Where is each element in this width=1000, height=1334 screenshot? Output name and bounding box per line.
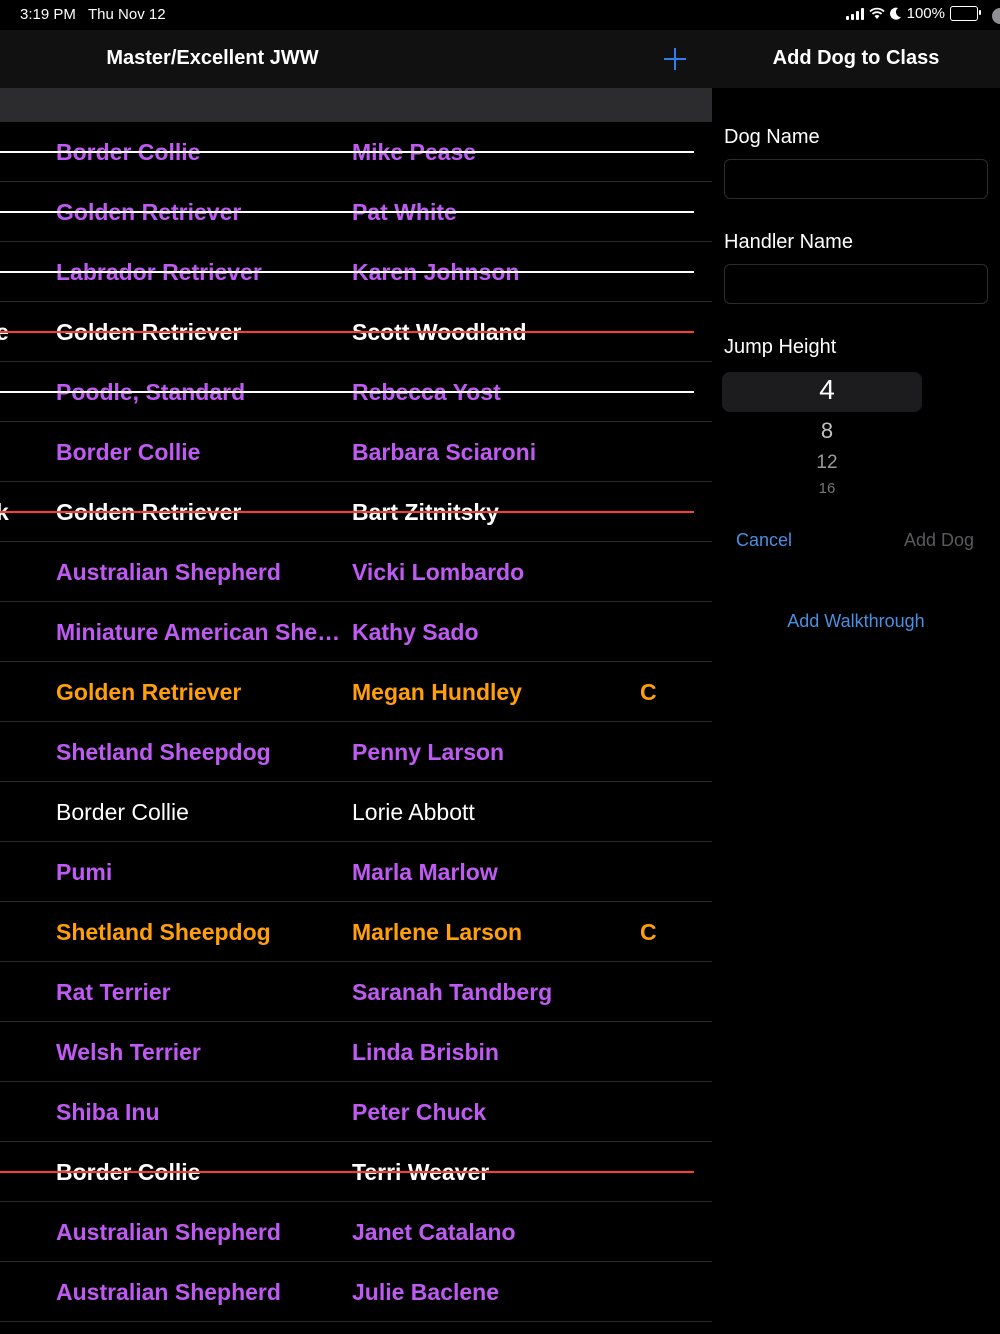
strikethrough-line [0, 271, 694, 273]
assistive-touch-icon[interactable] [992, 8, 1000, 24]
dog-name-field[interactable] [724, 159, 988, 199]
breed-cell: Welsh Terrier [56, 1039, 201, 1065]
picker-option[interactable]: 4 [722, 374, 922, 406]
status-badge: C [640, 679, 657, 705]
table-row[interactable]: Welsh Terrier Linda Brisbin [0, 1022, 712, 1082]
handler-cell: Vicki Lombardo [352, 559, 525, 585]
handler-cell: Lorie Abbott [352, 799, 475, 825]
table-row[interactable]: eGolden RetrieverScott Woodland [0, 302, 712, 362]
right-nav-bar: Add Dog to Class [712, 30, 1000, 88]
breed-cell: Miniature American Shepherd [56, 619, 348, 645]
table-row[interactable]: Pumi Marla Marlow [0, 842, 712, 902]
strikethrough-line [0, 331, 694, 333]
dog-name-label: Dog Name [724, 126, 820, 148]
handler-cell: Julie Baclene [352, 1279, 500, 1305]
status-right: 100% [845, 5, 981, 22]
handler-cell: Marlene Larson [352, 919, 522, 945]
handler-name-label: Handler Name [724, 231, 853, 253]
breed-cell: Australian Shepherd [56, 1219, 281, 1245]
status-date: Thu Nov 12 [88, 6, 166, 23]
handler-name-field[interactable] [724, 264, 988, 304]
breed-cell: Border Collie [56, 799, 189, 825]
class-title: Master/Excellent JWW [106, 47, 319, 69]
table-row[interactable]: Border Collie Terri Weaver [0, 1142, 712, 1202]
handler-cell: Marla Marlow [352, 859, 498, 885]
breed-cell: Australian Shepherd [56, 559, 281, 585]
jump-height-label: Jump Height [724, 336, 837, 358]
wifi-icon [868, 7, 885, 19]
table-row[interactable]: Rat Terrier Saranah Tandberg [0, 962, 712, 1022]
table-row[interactable]: Border Collie Mike Pease [0, 122, 712, 182]
handler-cell: Penny Larson [352, 739, 505, 765]
add-dog-title: Add Dog to Class [772, 47, 940, 69]
handler-cell: Kathy Sado [352, 619, 479, 645]
table-row[interactable]: Australian Shepherd Julie Baclene [0, 1262, 712, 1322]
strikethrough-line [0, 151, 694, 153]
strikethrough-line [0, 1171, 694, 1173]
section-header [0, 88, 712, 122]
handler-cell: Megan Hundley [352, 679, 522, 705]
breed-cell: Golden Retriever [56, 679, 242, 705]
breed-cell: Border Collie [56, 439, 201, 465]
battery-percent: 100% [906, 5, 945, 22]
table-row[interactable]: kGolden RetrieverBart Zitnitsky [0, 482, 712, 542]
table-row[interactable]: Miniature American ShepherdKathy Sado [0, 602, 712, 662]
plus-icon[interactable] [664, 48, 686, 70]
breed-cell: Australian Shepherd [56, 1279, 281, 1305]
breed-cell: Shetland Sheepdog [56, 739, 271, 765]
strikethrough-line [0, 511, 694, 513]
table-row[interactable]: Border Collie Lorie Abbott [0, 782, 712, 842]
status-bar: 3:19 PM Thu Nov 12 100% [0, 0, 1000, 30]
moon-icon [889, 7, 901, 20]
status-time: 3:19 PM [20, 6, 76, 23]
breed-cell: Rat Terrier [56, 979, 171, 1005]
handler-cell: Linda Brisbin [352, 1039, 499, 1065]
table-row[interactable]: Shiba Inu Peter Chuck [0, 1082, 712, 1142]
table-row[interactable]: Golden Retriever Pat White [0, 182, 712, 242]
cancel-button[interactable]: Cancel [736, 530, 792, 551]
status-badge: C [640, 919, 657, 945]
signal-icon [845, 7, 864, 20]
table-row[interactable]: Shetland Sheepdog Penny Larson [0, 722, 712, 782]
battery-charging-icon [950, 6, 981, 21]
add-dog-button[interactable]: Add Dog [904, 530, 974, 551]
handler-cell: Barbara Sciaroni [352, 439, 537, 465]
table-row[interactable]: Labrador Retriever Karen Johnson [0, 242, 712, 302]
breed-cell: Shetland Sheepdog [56, 919, 271, 945]
table-row[interactable]: Poodle, Standard Rebecca Yost [0, 362, 712, 422]
picker-option[interactable]: 8 [722, 418, 922, 444]
entry-list: Border Collie Mike Pease Golden Retriever P… [0, 122, 712, 1322]
table-row[interactable]: Australian Shepherd Vicki Lombardo [0, 542, 712, 602]
left-nav-bar: Master/Excellent JWW [0, 30, 712, 88]
breed-cell: Pumi [56, 859, 113, 885]
handler-cell: Peter Chuck [352, 1099, 487, 1125]
picker-option[interactable]: 12 [722, 452, 922, 474]
table-row[interactable]: Australian Shepherd Janet Catalano [0, 1202, 712, 1262]
table-row[interactable]: Golden Retriever Megan Hundley C [0, 662, 712, 722]
handler-cell: Janet Catalano [352, 1219, 516, 1245]
class-list-pane: Master/Excellent JWW Border Collie Mike P… [0, 30, 712, 1334]
picker-option[interactable]: 16 [722, 480, 922, 496]
table-row[interactable]: Shetland Sheepdog Marlene Larson C [0, 902, 712, 962]
strikethrough-line [0, 211, 694, 213]
jump-height-picker[interactable]: 4 8 12 16 [722, 372, 922, 496]
add-dog-pane: Add Dog to Class Dog Name Handler Name J… [712, 30, 1000, 1334]
breed-cell: Shiba Inu [56, 1099, 160, 1125]
table-row[interactable]: Border Collie Barbara Sciaroni [0, 422, 712, 482]
handler-cell: Saranah Tandberg [352, 979, 553, 1005]
strikethrough-line [0, 391, 694, 393]
add-walkthrough-button[interactable]: Add Walkthrough [712, 611, 1000, 632]
